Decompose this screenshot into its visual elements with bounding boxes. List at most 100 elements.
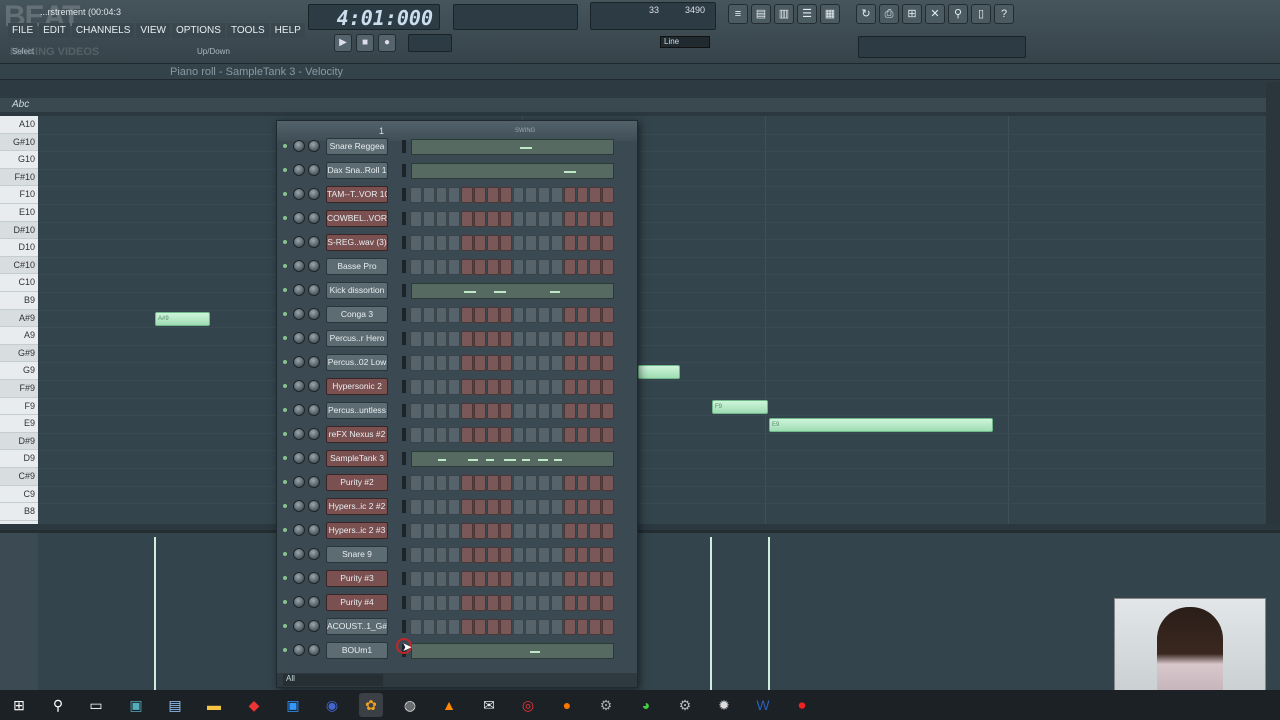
- step-button[interactable]: [563, 331, 576, 347]
- step-button[interactable]: [602, 235, 614, 251]
- search-icon[interactable]: ⚲: [46, 693, 70, 717]
- step-button[interactable]: [474, 499, 486, 515]
- piano-roll-ruler[interactable]: [0, 98, 1280, 112]
- channel-led[interactable]: [283, 552, 287, 556]
- step-button[interactable]: [602, 307, 614, 323]
- step-button[interactable]: [499, 571, 512, 587]
- step-button[interactable]: [474, 307, 486, 323]
- step-button[interactable]: [461, 331, 474, 347]
- step-button[interactable]: [410, 355, 422, 371]
- pan-knob[interactable]: [293, 236, 305, 248]
- play-button[interactable]: ▶: [334, 34, 352, 52]
- step-button[interactable]: [474, 355, 486, 371]
- channel-row[interactable]: Basse Pro: [283, 257, 615, 277]
- step-button[interactable]: [512, 571, 525, 587]
- channel-select[interactable]: [402, 428, 406, 441]
- step-button[interactable]: [410, 595, 422, 611]
- menu-channels[interactable]: CHANNELS: [71, 23, 135, 38]
- step-button[interactable]: [538, 403, 550, 419]
- step-button[interactable]: [589, 331, 602, 347]
- channel-led[interactable]: [283, 600, 287, 604]
- note-e9[interactable]: E9: [769, 418, 993, 432]
- channel-select[interactable]: [402, 620, 406, 633]
- step-button[interactable]: [435, 427, 448, 443]
- channel-row[interactable]: reFX Nexus #2: [283, 425, 615, 445]
- step-button[interactable]: [550, 355, 563, 371]
- step-sequencer[interactable]: [410, 211, 614, 227]
- step-button[interactable]: [512, 547, 525, 563]
- step-button[interactable]: [512, 331, 525, 347]
- channel-name-button[interactable]: Dax Sna..Roll 1: [326, 162, 388, 179]
- step-button[interactable]: [448, 523, 461, 539]
- step-button[interactable]: [474, 379, 486, 395]
- step-button[interactable]: [461, 571, 474, 587]
- channel-select[interactable]: [402, 548, 406, 561]
- pan-knob[interactable]: [293, 644, 305, 656]
- step-button[interactable]: [512, 523, 525, 539]
- step-button[interactable]: [461, 475, 474, 491]
- step-button[interactable]: [525, 571, 538, 587]
- channel-row[interactable]: Dax Sna..Roll 1: [283, 161, 615, 181]
- channel-select[interactable]: [402, 452, 406, 465]
- record-icon[interactable]: ⏺: [790, 693, 814, 717]
- volume-knob[interactable]: [308, 356, 320, 368]
- step-button[interactable]: [538, 619, 550, 635]
- volume-knob[interactable]: [308, 188, 320, 200]
- step-sequencer[interactable]: [410, 499, 614, 515]
- step-button[interactable]: [435, 331, 448, 347]
- channel-select[interactable]: [402, 260, 406, 273]
- step-button[interactable]: [602, 523, 614, 539]
- search-icon[interactable]: ⚲: [948, 4, 968, 24]
- app-icon[interactable]: ◍: [398, 693, 422, 717]
- step-button[interactable]: [435, 547, 448, 563]
- step-button[interactable]: [512, 307, 525, 323]
- step-button[interactable]: [422, 211, 435, 227]
- menu-help[interactable]: HELP: [270, 23, 305, 38]
- step-button[interactable]: [512, 499, 525, 515]
- app-icon[interactable]: ◉: [320, 693, 344, 717]
- step-button[interactable]: [435, 595, 448, 611]
- piano-key[interactable]: E10: [0, 204, 38, 222]
- channel-select[interactable]: [402, 188, 406, 201]
- channel-name-button[interactable]: Hypers..ic 2 #2: [326, 498, 388, 515]
- step-button[interactable]: [410, 571, 422, 587]
- volume-knob[interactable]: [308, 332, 320, 344]
- note-grid[interactable]: A#9 F9 E9: [38, 116, 1266, 524]
- step-button[interactable]: [512, 355, 525, 371]
- step-button[interactable]: [435, 307, 448, 323]
- channel-select[interactable]: [402, 572, 406, 585]
- step-button[interactable]: [525, 403, 538, 419]
- channel-row[interactable]: TAM--T..VOR 10: [283, 185, 615, 205]
- step-button[interactable]: [576, 427, 589, 443]
- channel-led[interactable]: [283, 336, 287, 340]
- channel-row[interactable]: SampleTank 3: [283, 449, 615, 469]
- channel-led[interactable]: [283, 216, 287, 220]
- channel-row[interactable]: Kick dissortion: [283, 281, 615, 301]
- channel-name-button[interactable]: Hypersonic 2: [326, 378, 388, 395]
- channel-name-button[interactable]: S-REG..wav (3): [326, 234, 388, 251]
- step-button[interactable]: [435, 379, 448, 395]
- step-button[interactable]: [576, 331, 589, 347]
- piano-key[interactable]: G#9: [0, 344, 38, 363]
- velocity-bar[interactable]: [154, 537, 156, 690]
- step-button[interactable]: [448, 211, 461, 227]
- channel-led[interactable]: [283, 168, 287, 172]
- step-button[interactable]: [550, 475, 563, 491]
- channel-select[interactable]: [402, 236, 406, 249]
- channel-select[interactable]: [402, 212, 406, 225]
- channel-name-button[interactable]: Kick dissortion: [326, 282, 388, 299]
- step-button[interactable]: [461, 499, 474, 515]
- channel-name-button[interactable]: Percus..r Hero: [326, 330, 388, 347]
- step-button[interactable]: [602, 427, 614, 443]
- mini-piano-roll[interactable]: [411, 283, 614, 299]
- pan-knob[interactable]: [293, 164, 305, 176]
- pan-knob[interactable]: [293, 212, 305, 224]
- channel-name-button[interactable]: reFX Nexus #2: [326, 426, 388, 443]
- step-button[interactable]: [589, 379, 602, 395]
- vlc-icon[interactable]: ▲: [437, 693, 461, 717]
- step-button[interactable]: [499, 259, 512, 275]
- channel-rack-icon[interactable]: ☰: [797, 4, 817, 24]
- step-button[interactable]: [448, 235, 461, 251]
- step-button[interactable]: [589, 499, 602, 515]
- channel-row[interactable]: Hypersonic 2: [283, 377, 615, 397]
